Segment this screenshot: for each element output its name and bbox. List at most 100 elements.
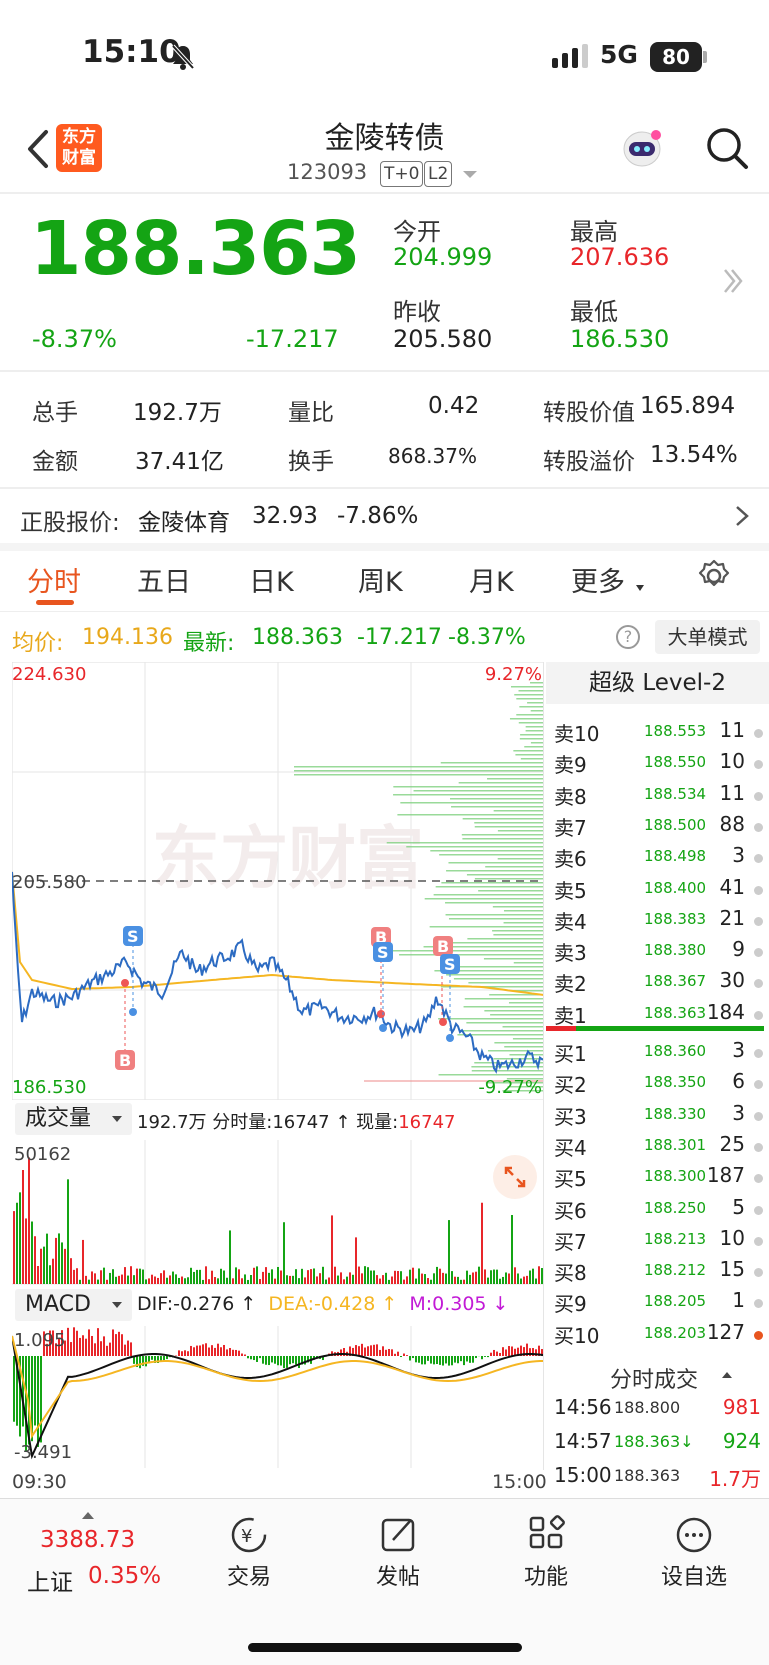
help-icon[interactable]: ? bbox=[616, 625, 640, 649]
volume-bar bbox=[484, 1269, 486, 1284]
macd-bar bbox=[436, 1356, 438, 1365]
volume-bar bbox=[76, 1268, 78, 1284]
volume-bar bbox=[325, 1279, 327, 1284]
volume-indicator-select[interactable]: 成交量 bbox=[15, 1103, 132, 1135]
underlying-name: 金陵体育 bbox=[138, 510, 230, 536]
tab-five-day[interactable]: 五日 bbox=[137, 560, 191, 599]
order-book-row[interactable]: 卖3 188.380 9 bbox=[546, 937, 769, 968]
index-pct[interactable]: 0.35% bbox=[88, 1563, 161, 1589]
macd-chart[interactable]: 1.095 -3.491 bbox=[12, 1326, 544, 1468]
tab-daily-k[interactable]: 日K bbox=[249, 560, 294, 599]
robot-assistant-icon[interactable] bbox=[618, 125, 666, 173]
tab-intraday[interactable]: 分时 bbox=[27, 560, 81, 599]
tab-weekly-k[interactable]: 周K bbox=[358, 560, 403, 599]
volume-bar bbox=[337, 1275, 339, 1284]
order-book-row[interactable]: 买3 188.330 3 bbox=[546, 1101, 769, 1132]
buy-marker[interactable]: B bbox=[371, 927, 391, 1018]
volume-bar bbox=[211, 1270, 213, 1284]
volume-bar bbox=[358, 1266, 360, 1284]
order-book-row[interactable]: 卖5 188.400 41 bbox=[546, 875, 769, 906]
volume-bar bbox=[454, 1276, 456, 1284]
level-price: 188.498 bbox=[644, 847, 707, 866]
expand-button[interactable] bbox=[493, 1155, 537, 1199]
order-book-row[interactable]: 买6 188.250 5 bbox=[546, 1195, 769, 1226]
order-book-row[interactable]: 卖2 188.367 30 bbox=[546, 968, 769, 999]
volume-profile-bar bbox=[294, 774, 544, 776]
trades-panel[interactable]: 分时成交 14:56 188.800 981 14:57 188.363↓ 924 15:0… bbox=[546, 1360, 769, 1491]
volume-bar bbox=[490, 1270, 492, 1284]
order-book-row[interactable]: 卖7 188.500 88 bbox=[546, 812, 769, 843]
order-book-row[interactable]: 买5 188.300 187 bbox=[546, 1163, 769, 1194]
double-chevron-right-icon[interactable] bbox=[722, 266, 744, 296]
tab-monthly-k[interactable]: 月K bbox=[469, 560, 514, 599]
volume-bar bbox=[19, 1192, 21, 1284]
order-book-row[interactable]: 买2 188.350 6 bbox=[546, 1069, 769, 1100]
buy-marker[interactable]: B bbox=[115, 979, 135, 1070]
order-book-row[interactable]: 卖9 188.550 10 bbox=[546, 749, 769, 780]
volume-profile-bar bbox=[448, 862, 544, 864]
volume-bar bbox=[124, 1267, 126, 1284]
big-order-mode-button[interactable]: 大单模式 bbox=[655, 620, 760, 654]
order-book-row[interactable]: 卖4 188.383 21 bbox=[546, 906, 769, 937]
order-book-row[interactable]: 卖6 188.498 3 bbox=[546, 843, 769, 874]
caret-down-icon bbox=[636, 585, 644, 591]
battery-icon: 80 bbox=[650, 42, 702, 72]
underlying-row[interactable]: 正股报价: 金陵体育 32.93 -7.86% bbox=[0, 489, 769, 543]
level-name: 买3 bbox=[554, 1104, 587, 1129]
order-book-row[interactable]: 买1 188.360 3 bbox=[546, 1038, 769, 1069]
volume-bar bbox=[136, 1268, 138, 1284]
low-value: 186.530 bbox=[570, 325, 670, 353]
volume-bar bbox=[331, 1215, 333, 1284]
volume-profile-bar bbox=[406, 846, 544, 848]
order-book-row[interactable]: 买9 188.205 1 bbox=[546, 1288, 769, 1319]
caret-up-icon[interactable] bbox=[82, 1512, 94, 1519]
sell-marker[interactable]: S bbox=[123, 926, 143, 1016]
volume-bar bbox=[292, 1275, 294, 1284]
order-book-row[interactable]: 卖8 188.534 11 bbox=[546, 781, 769, 812]
volume-bar bbox=[373, 1270, 375, 1284]
index-value[interactable]: 3388.73 bbox=[40, 1527, 135, 1553]
order-book-row[interactable]: 买7 188.213 10 bbox=[546, 1226, 769, 1257]
macd-indicator-select[interactable]: MACD bbox=[15, 1289, 132, 1321]
macd-bar bbox=[382, 1346, 384, 1356]
volume-bar bbox=[253, 1267, 255, 1284]
home-indicator[interactable] bbox=[248, 1643, 522, 1652]
sell-marker[interactable]: S bbox=[440, 954, 460, 1042]
macd-bar bbox=[442, 1356, 444, 1366]
network-type: 5G bbox=[600, 40, 638, 69]
volume-bar bbox=[118, 1275, 120, 1284]
order-book-row[interactable]: 卖10 188.553 11 bbox=[546, 718, 769, 749]
open-label: 今开 bbox=[393, 218, 441, 246]
intraday-price-chart[interactable]: 东方财富 S B B S B S 224.630 205.580 186.530… bbox=[12, 662, 544, 1100]
chevron-down-icon[interactable] bbox=[463, 171, 477, 178]
macd-bar bbox=[97, 1328, 99, 1356]
volume-bar bbox=[115, 1276, 117, 1284]
volume-profile-bar bbox=[518, 722, 544, 724]
search-icon[interactable] bbox=[704, 125, 750, 171]
volume-profile-bar bbox=[478, 890, 544, 892]
nav-functions[interactable]: 功能 bbox=[511, 1515, 581, 1595]
macd-bar bbox=[214, 1347, 216, 1356]
tab-more[interactable]: 更多 bbox=[571, 560, 625, 599]
order-book-row[interactable]: 买8 188.212 15 bbox=[546, 1257, 769, 1288]
volume-bar bbox=[151, 1274, 153, 1284]
macd-bar bbox=[199, 1345, 201, 1356]
level-price: 188.383 bbox=[644, 909, 707, 928]
order-book-row[interactable]: 买4 188.301 25 bbox=[546, 1132, 769, 1163]
volume-chart[interactable]: 50162 bbox=[12, 1140, 544, 1285]
volume-bar bbox=[535, 1278, 537, 1284]
volume-profile-bar bbox=[430, 850, 544, 852]
volume-bar bbox=[379, 1278, 381, 1284]
volume-bar bbox=[241, 1278, 243, 1284]
volume-bar bbox=[526, 1275, 528, 1284]
volume-bar bbox=[223, 1270, 225, 1284]
order-book-row[interactable]: 买10 188.203 127 bbox=[546, 1320, 769, 1351]
volume-bar bbox=[205, 1266, 207, 1284]
settings-gear-icon[interactable] bbox=[697, 559, 731, 593]
nav-watchlist[interactable]: 设自选 bbox=[658, 1515, 730, 1595]
index-name[interactable]: 上证 bbox=[27, 1563, 73, 1597]
volume-bar bbox=[301, 1268, 303, 1284]
nav-post[interactable]: 发帖 bbox=[363, 1515, 433, 1595]
nav-trade[interactable]: ¥ 交易 bbox=[214, 1515, 284, 1595]
volume-bar bbox=[73, 1269, 75, 1284]
